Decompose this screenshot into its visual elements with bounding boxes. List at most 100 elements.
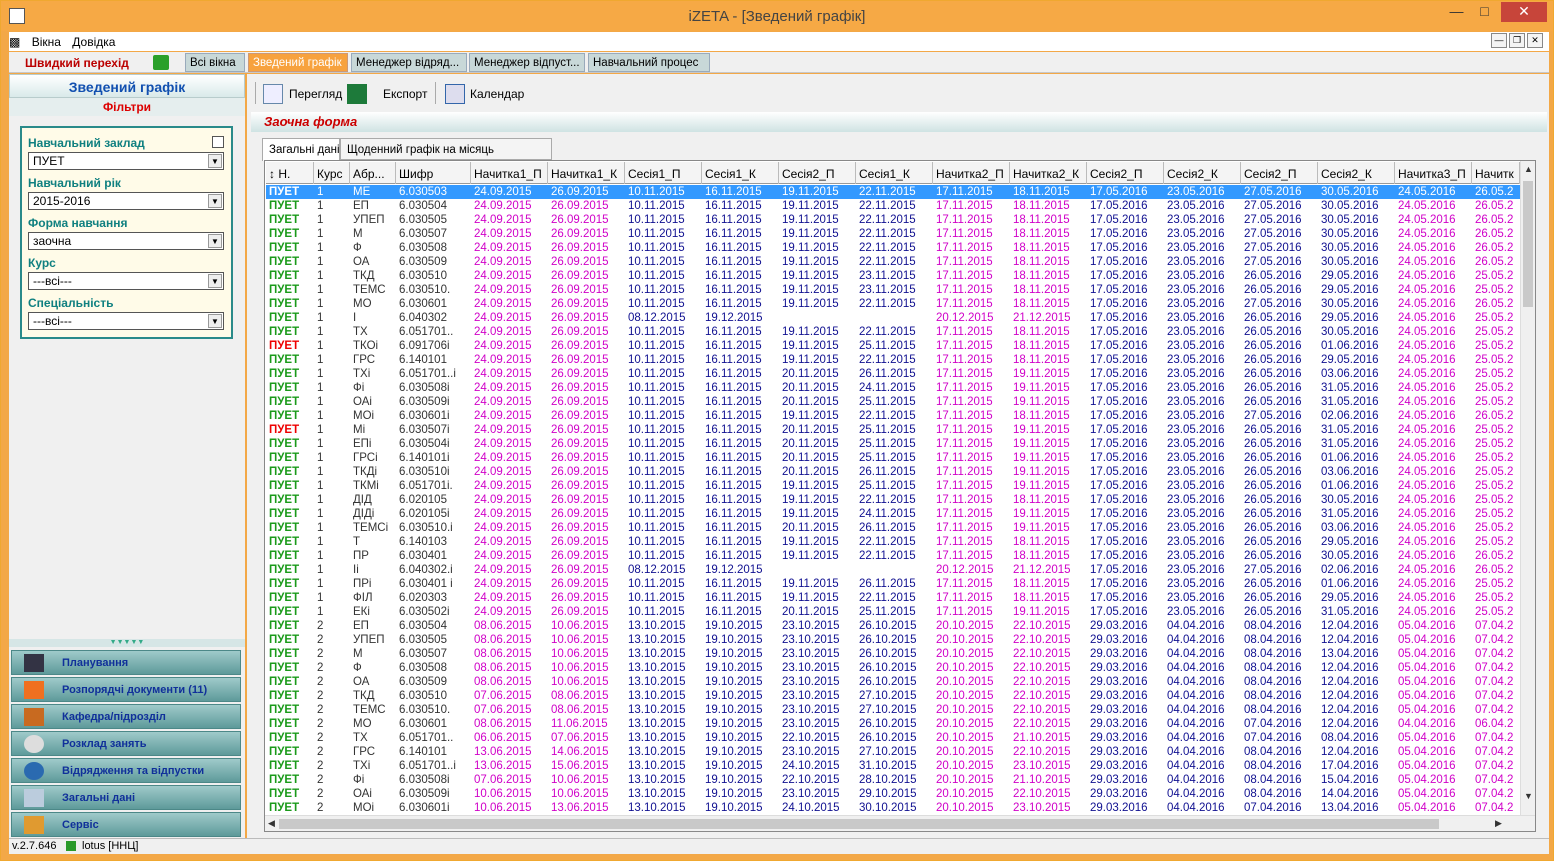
table-row[interactable]: ПУЕТ 1 Мі 6.030507і 24.09.2015 26.09.2015 10.1… xyxy=(266,423,1520,437)
table-row[interactable]: ПУЕТ 1 ТКДі 6.030510і 24.09.2015 26.09.2015 10… xyxy=(266,465,1520,479)
tab-summary-schedule[interactable]: Зведений графік xyxy=(248,53,348,72)
table-row[interactable]: ПУЕТ 2 ТХ 6.051701.. 06.06.2015 07.06.2015 13.… xyxy=(266,731,1520,745)
table-row[interactable]: ПУЕТ 1 Ф 6.030508 24.09.2015 26.09.2015 10.11.… xyxy=(266,241,1520,255)
table-row[interactable]: ПУЕТ 1 УПЕП 6.030505 24.09.2015 26.09.2015 10.… xyxy=(266,213,1520,227)
table-row[interactable]: ПУЕТ 2 УПЕП 6.030505 08.06.2015 10.06.2015 13.… xyxy=(266,633,1520,647)
export-button[interactable]: Експорт xyxy=(347,82,431,106)
column-header[interactable]: Сесія1_К xyxy=(702,162,779,184)
column-header[interactable]: Шифр xyxy=(396,162,471,184)
table-row[interactable]: ПУЕТ 1 ГРСі 6.140101і 24.09.2015 26.09.2015 10… xyxy=(266,451,1520,465)
nav-planning[interactable]: Планування xyxy=(11,650,241,675)
column-header[interactable]: Сесія2_К xyxy=(1318,162,1395,184)
table-row[interactable]: ПУЕТ 2 Фі 6.030508і 07.06.2015 10.06.2015 13.1… xyxy=(266,773,1520,787)
table-row[interactable]: ПУЕТ 1 М 6.030507 24.09.2015 26.09.2015 10.11.… xyxy=(266,227,1520,241)
table-row[interactable]: ПУЕТ 2 ТЕМС 6.030510. 07.06.2015 08.06.2015 13… xyxy=(266,703,1520,717)
table-row[interactable]: ПУЕТ 1 ТКД 6.030510 24.09.2015 26.09.2015 10.1… xyxy=(266,269,1520,283)
tab-education-process[interactable]: Навчальний процес xyxy=(588,53,710,72)
column-header[interactable]: Сесія2_П xyxy=(779,162,856,184)
nav-service[interactable]: Сервіс xyxy=(11,812,241,837)
course-select[interactable]: ---всі--- ▼ xyxy=(28,272,224,290)
table-row[interactable]: ПУЕТ 1 ПРі 6.030401 і 24.09.2015 26.09.2015 10… xyxy=(266,577,1520,591)
column-header[interactable]: Абр... xyxy=(350,162,396,184)
table-row[interactable]: ПУЕТ 1 ОАі 6.030509і 24.09.2015 26.09.2015 10.… xyxy=(266,395,1520,409)
nav-general-data[interactable]: Загальні дані xyxy=(11,785,241,810)
column-header[interactable]: Начитка1_П xyxy=(471,162,548,184)
tab-vacations[interactable]: Менеджер відпуст... xyxy=(469,53,585,72)
column-header[interactable]: Начитка2_К xyxy=(1010,162,1087,184)
table-row[interactable]: ПУЕТ 1 І 6.040302 24.09.2015 26.09.2015 08.12.… xyxy=(266,311,1520,325)
table-row[interactable]: ПУЕТ 1 Фі 6.030508і 24.09.2015 26.09.2015 10.1… xyxy=(266,381,1520,395)
table-row[interactable]: ПУЕТ 2 ОА 6.030509 08.06.2015 10.06.2015 13.10… xyxy=(266,675,1520,689)
column-header[interactable]: Сесія2_П xyxy=(1087,162,1164,184)
play-icon[interactable] xyxy=(153,55,169,70)
institution-checkbox[interactable] xyxy=(212,136,224,148)
column-header[interactable]: Сесія2_К xyxy=(1164,162,1241,184)
table-row[interactable]: ПУЕТ 1 ТЕМС 6.030510. 24.09.2015 26.09.2015 10… xyxy=(266,283,1520,297)
table-row[interactable]: ПУЕТ 2 ОАі 6.030509і 10.06.2015 10.06.2015 13.… xyxy=(266,787,1520,801)
column-header[interactable]: Начитка3_П xyxy=(1395,162,1472,184)
tab-all-windows[interactable]: Всі вікна xyxy=(185,53,245,72)
study-form-select[interactable]: заочна ▼ xyxy=(28,232,224,250)
column-header[interactable]: Начитк xyxy=(1472,162,1520,184)
tab-business-trips[interactable]: Менеджер відряд... xyxy=(351,53,467,72)
year-select[interactable]: 2015-2016 ▼ xyxy=(28,192,224,210)
table-row[interactable]: ПУЕТ 1 ТКОі 6.091706і 24.09.2015 26.09.2015 10… xyxy=(266,339,1520,353)
mdi-close-icon[interactable]: ✕ xyxy=(1527,33,1543,48)
table-row[interactable]: ПУЕТ 2 МО 6.030601 08.06.2015 11.06.2015 13.10… xyxy=(266,717,1520,731)
specialty-select[interactable]: ---всі--- ▼ xyxy=(28,312,224,330)
mdi-minimize-icon[interactable]: — xyxy=(1491,33,1507,48)
table-row[interactable]: ПУЕТ 1 ЕПі 6.030504і 24.09.2015 26.09.2015 10.… xyxy=(266,437,1520,451)
table-row[interactable]: ПУЕТ 1 ФІЛ 6.020303 24.09.2015 26.09.2015 10.1… xyxy=(266,591,1520,605)
tab-daily-schedule[interactable]: Щоденний графік на місяць xyxy=(340,138,552,160)
table-row[interactable]: ПУЕТ 1 ЕКі 6.030502і 24.09.2015 26.09.2015 10.… xyxy=(266,605,1520,619)
table-row[interactable]: ПУЕТ 2 ТХі 6.051701..і 13.06.2015 15.06.2015 1… xyxy=(266,759,1520,773)
column-header[interactable]: Сесія1_П xyxy=(625,162,702,184)
table-row[interactable]: ПУЕТ 1 Іі 6.040302.і 24.09.2015 26.09.2015 08.… xyxy=(266,563,1520,577)
horizontal-scrollbar[interactable]: ◀ ▶ xyxy=(265,815,1535,831)
scroll-thumb[interactable] xyxy=(1523,181,1533,307)
table-row[interactable]: ПУЕТ 1 МО 6.030601 24.09.2015 26.09.2015 10.11… xyxy=(266,297,1520,311)
table-row[interactable]: ПУЕТ 1 Т 6.140103 24.09.2015 26.09.2015 10.11.… xyxy=(266,535,1520,549)
child-window-icon[interactable]: ▩ xyxy=(9,32,24,52)
maximize-icon[interactable]: □ xyxy=(1471,2,1498,22)
splitter-grip[interactable]: ▼▼▼▼▼ xyxy=(9,639,245,647)
minimize-icon[interactable]: — xyxy=(1443,2,1470,22)
nav-department[interactable]: Кафедра/підрозділ xyxy=(11,704,241,729)
table-row[interactable]: ПУЕТ 1 ДІД 6.020105 24.09.2015 26.09.2015 10.1… xyxy=(266,493,1520,507)
table-row[interactable]: ПУЕТ 1 ЕП 6.030504 24.09.2015 26.09.2015 10.11… xyxy=(266,199,1520,213)
scroll-thumb[interactable] xyxy=(279,819,1439,829)
tab-general-data[interactable]: Загальні дані xyxy=(262,138,340,161)
table-row[interactable]: ПУЕТ 1 ГРС 6.140101 24.09.2015 26.09.2015 10.1… xyxy=(266,353,1520,367)
column-header[interactable]: Сесія2_П xyxy=(1241,162,1318,184)
column-header[interactable]: Начитка2_П xyxy=(933,162,1010,184)
table-row[interactable]: ПУЕТ 1 МЕ 6.030503 24.09.2015 26.09.2015 10.11… xyxy=(266,185,1520,199)
table-row[interactable]: ПУЕТ 1 ТЕМСі 6.030510.і 24.09.2015 26.09.2015… xyxy=(266,521,1520,535)
nav-schedule[interactable]: Розклад занять xyxy=(11,731,241,756)
vertical-scrollbar[interactable]: ▲ ▼ xyxy=(1520,161,1535,816)
table-row[interactable]: ПУЕТ 2 ЕП 6.030504 08.06.2015 10.06.2015 13.10… xyxy=(266,619,1520,633)
nav-trips[interactable]: Відрядження та відпустки xyxy=(11,758,241,783)
column-header[interactable]: Начитка1_К xyxy=(548,162,625,184)
table-row[interactable]: ПУЕТ 1 ТХ 6.051701.. 24.09.2015 26.09.2015 10.… xyxy=(266,325,1520,339)
nav-documents[interactable]: Розпорядчі документи (11) xyxy=(11,677,241,702)
table-row[interactable]: ПУЕТ 1 ТКМі 6.051701і. 24.09.2015 26.09.2015 1… xyxy=(266,479,1520,493)
column-header[interactable]: Курс xyxy=(314,162,350,184)
table-row[interactable]: ПУЕТ 1 МОі 6.030601і 24.09.2015 26.09.2015 10.… xyxy=(266,409,1520,423)
menu-item-help[interactable]: Довідка xyxy=(68,32,119,52)
institution-select[interactable]: ПУЕТ ▼ xyxy=(28,152,224,170)
table-row[interactable]: ПУЕТ 2 М 6.030507 08.06.2015 10.06.2015 13.10.… xyxy=(266,647,1520,661)
close-icon[interactable]: ✕ xyxy=(1501,2,1547,22)
mdi-restore-icon[interactable]: ❐ xyxy=(1509,33,1525,48)
column-header[interactable]: ↕ Н. xyxy=(266,162,314,184)
column-header[interactable]: Сесія1_К xyxy=(856,162,933,184)
table-row[interactable]: ПУЕТ 1 ТХі 6.051701..і 24.09.2015 26.09.2015 1… xyxy=(266,367,1520,381)
table-row[interactable]: ПУЕТ 1 ОА 6.030509 24.09.2015 26.09.2015 10.11… xyxy=(266,255,1520,269)
calendar-button[interactable]: Календар xyxy=(445,82,525,106)
menu-item-windows[interactable]: Вікна xyxy=(28,32,65,52)
table-row[interactable]: ПУЕТ 2 ТКД 6.030510 07.06.2015 08.06.2015 13.1… xyxy=(266,689,1520,703)
table-row[interactable]: ПУЕТ 2 ГРС 6.140101 13.06.2015 14.06.2015 13.1… xyxy=(266,745,1520,759)
preview-button[interactable]: Перегляд xyxy=(263,82,343,106)
table-row[interactable]: ПУЕТ 2 Ф 6.030508 08.06.2015 10.06.2015 13.10.… xyxy=(266,661,1520,675)
table-row[interactable]: ПУЕТ 1 ДІДі 6.020105і 24.09.2015 26.09.2015 10… xyxy=(266,507,1520,521)
table-row[interactable]: ПУЕТ 1 ПР 6.030401 24.09.2015 26.09.2015 10.11… xyxy=(266,549,1520,563)
